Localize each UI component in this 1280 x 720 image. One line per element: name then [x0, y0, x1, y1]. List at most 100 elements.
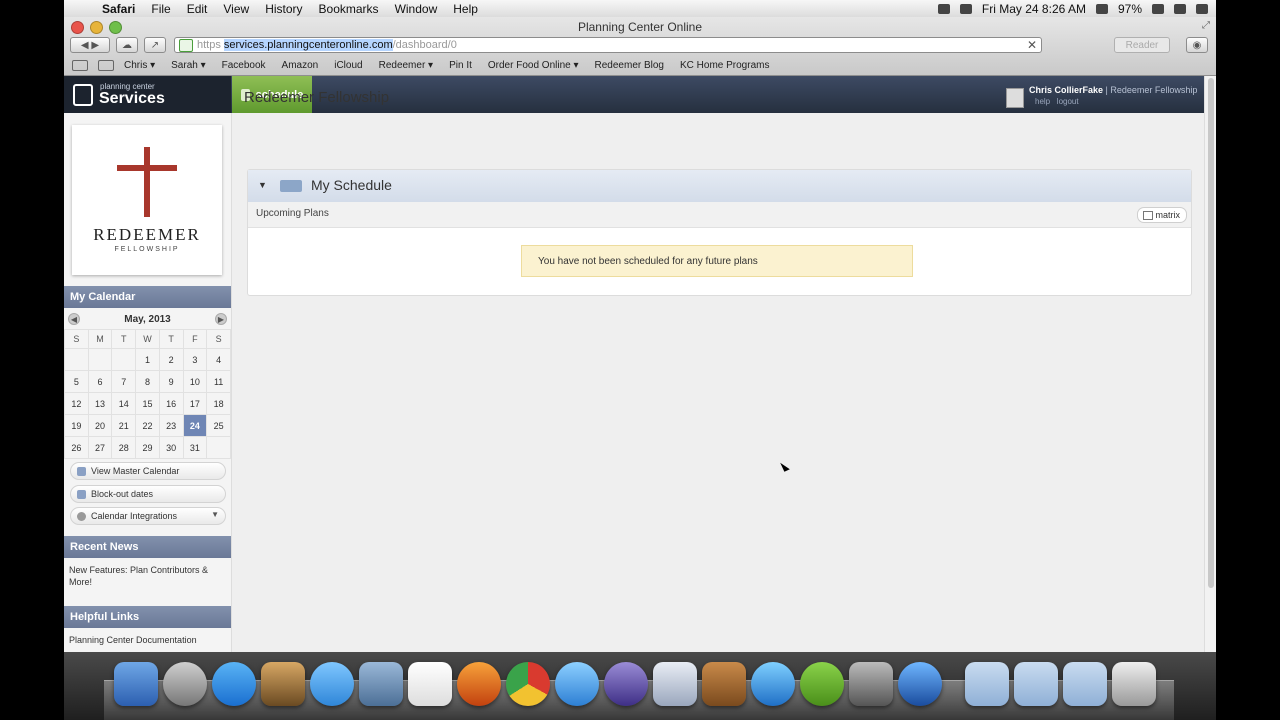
menu-help[interactable]: Help [445, 2, 486, 16]
calendar-day[interactable]: 6 [87, 370, 113, 393]
menubar-clock[interactable]: Fri May 24 8:26 AM [982, 2, 1086, 16]
volume-icon[interactable] [959, 3, 972, 14]
help-link[interactable]: help [1035, 97, 1050, 106]
documents-folder-icon[interactable] [1063, 662, 1107, 706]
avatar[interactable] [1006, 88, 1024, 108]
calendar-day[interactable]: 28 [111, 436, 137, 459]
calendar-day[interactable]: 27 [87, 436, 113, 459]
calendar-day[interactable]: 24 [182, 414, 208, 437]
calendar-integrations-button[interactable]: Calendar Integrations ▼ [70, 507, 226, 525]
calendar-day[interactable]: 9 [158, 370, 184, 393]
calendar-day[interactable]: 14 [111, 392, 137, 415]
calendar-day[interactable]: 18 [206, 392, 231, 415]
keynote-icon[interactable] [702, 662, 746, 706]
menu-history[interactable]: History [257, 2, 310, 16]
bookmark-redeemer-blog[interactable]: Redeemer Blog [587, 60, 672, 71]
calendar-day[interactable]: 23 [158, 414, 184, 437]
menu-window[interactable]: Window [387, 2, 446, 16]
bookmark-sarah[interactable]: Sarah ▾ [163, 60, 213, 71]
notification-center-icon[interactable] [1196, 3, 1208, 14]
calendar-day[interactable]: 13 [87, 392, 113, 415]
documentation-link[interactable]: Planning Center Documentation [69, 634, 224, 646]
calendar-app-icon[interactable] [408, 662, 452, 706]
next-month-icon[interactable]: ▶ [214, 313, 227, 325]
calendar-day[interactable]: 10 [182, 370, 208, 393]
firefox-icon[interactable] [457, 662, 501, 706]
calendar-day[interactable]: 30 [158, 436, 184, 459]
bookmark-redeemer[interactable]: Redeemer ▾ [371, 60, 442, 71]
calendar-day[interactable]: 15 [135, 392, 160, 415]
fullscreen-icon[interactable]: ⤢ [1202, 20, 1210, 31]
battery-percent[interactable]: 97% [1118, 2, 1142, 16]
prev-month-icon[interactable]: ◀ [68, 313, 80, 325]
page-scrollbar[interactable] [1204, 76, 1216, 652]
bookmark-order-food[interactable]: Order Food Online ▾ [480, 60, 587, 71]
reader-button[interactable]: Reader [1114, 37, 1170, 53]
menu-app-name[interactable]: Safari [94, 2, 143, 16]
bookmark-pin-it[interactable]: Pin It [441, 60, 480, 71]
downloads-icon[interactable]: ◉ [1186, 37, 1208, 53]
chrome-icon[interactable] [506, 662, 550, 706]
iphoto-icon[interactable] [261, 662, 305, 706]
panel-header[interactable]: ▼ My Schedule [248, 170, 1191, 202]
calendar-day[interactable]: 26 [64, 436, 89, 459]
stop-loading-icon[interactable]: ✕ [1027, 38, 1037, 52]
calendar-day[interactable]: 17 [182, 392, 208, 415]
calendar-day[interactable]: 11 [206, 370, 231, 393]
calendar-day[interactable]: 7 [111, 370, 137, 393]
bookmark-amazon[interactable]: Amazon [274, 60, 327, 71]
calendar-day[interactable]: 3 [182, 348, 208, 371]
spotlight-icon[interactable] [1174, 3, 1186, 14]
calendar-day[interactable]: 22 [135, 414, 160, 437]
time-machine-icon[interactable] [1152, 3, 1164, 14]
messages-icon[interactable] [310, 662, 354, 706]
news-item-link[interactable]: New Features: Plan Contributors & More! [69, 564, 224, 588]
icloud-tabs-icon[interactable]: ☁ [116, 37, 138, 53]
back-forward-button[interactable]: ◀ ▶ [70, 37, 110, 53]
address-bar[interactable]: https services.planningcenteronline.com … [174, 37, 1042, 53]
calendar-day[interactable]: 20 [87, 414, 113, 437]
bookmark-icloud[interactable]: iCloud [326, 60, 370, 71]
itunes-icon[interactable] [751, 662, 795, 706]
calendar-day[interactable]: 8 [135, 370, 160, 393]
calendar-day[interactable]: 16 [158, 392, 184, 415]
share-icon[interactable]: ↗ [144, 37, 166, 53]
menu-edit[interactable]: Edit [179, 2, 216, 16]
quicktime-icon[interactable] [898, 662, 942, 706]
menu-bookmarks[interactable]: Bookmarks [311, 2, 387, 16]
calendar-day[interactable]: 21 [111, 414, 137, 437]
calendar-day[interactable]: 5 [64, 370, 89, 393]
calendar-day[interactable]: 12 [64, 392, 89, 415]
app-store-icon[interactable] [212, 662, 256, 706]
scrollbar-thumb[interactable] [1208, 78, 1214, 588]
dropbox-icon[interactable] [937, 3, 950, 14]
launchpad-icon[interactable] [163, 662, 207, 706]
blockout-dates-button[interactable]: Block-out dates [70, 485, 226, 503]
calendar-day[interactable]: 1 [135, 348, 160, 371]
menu-file[interactable]: File [143, 2, 178, 16]
finder-icon[interactable] [114, 662, 158, 706]
bookmark-chris[interactable]: Chris ▾ [116, 60, 163, 71]
menu-view[interactable]: View [215, 2, 257, 16]
trash-icon[interactable] [1112, 662, 1156, 706]
safari-icon[interactable] [555, 662, 599, 706]
spotify-icon[interactable] [800, 662, 844, 706]
reading-list-icon[interactable] [72, 59, 88, 71]
show-all-bookmarks-icon[interactable] [98, 59, 114, 71]
calendar-day[interactable]: 4 [206, 348, 231, 371]
bookmark-kc-home[interactable]: KC Home Programs [672, 60, 777, 71]
system-preferences-icon[interactable] [849, 662, 893, 706]
numbers-icon[interactable] [653, 662, 697, 706]
calendar-day[interactable]: 29 [135, 436, 160, 459]
calendar-day[interactable]: 2 [158, 348, 184, 371]
user-name[interactable]: Chris CollierFake [1029, 85, 1103, 95]
applications-folder-icon[interactable] [965, 662, 1009, 706]
collapse-caret-icon[interactable]: ▼ [258, 180, 267, 190]
calendar-day[interactable]: 19 [64, 414, 89, 437]
calendar-day[interactable]: 31 [182, 436, 208, 459]
bookmark-facebook[interactable]: Facebook [214, 60, 274, 71]
chevron-down-icon[interactable]: ▼ [211, 510, 219, 519]
calendar-day[interactable]: 25 [206, 414, 231, 437]
pen-app-icon[interactable] [604, 662, 648, 706]
app-logo[interactable]: planning center Services [64, 76, 231, 113]
